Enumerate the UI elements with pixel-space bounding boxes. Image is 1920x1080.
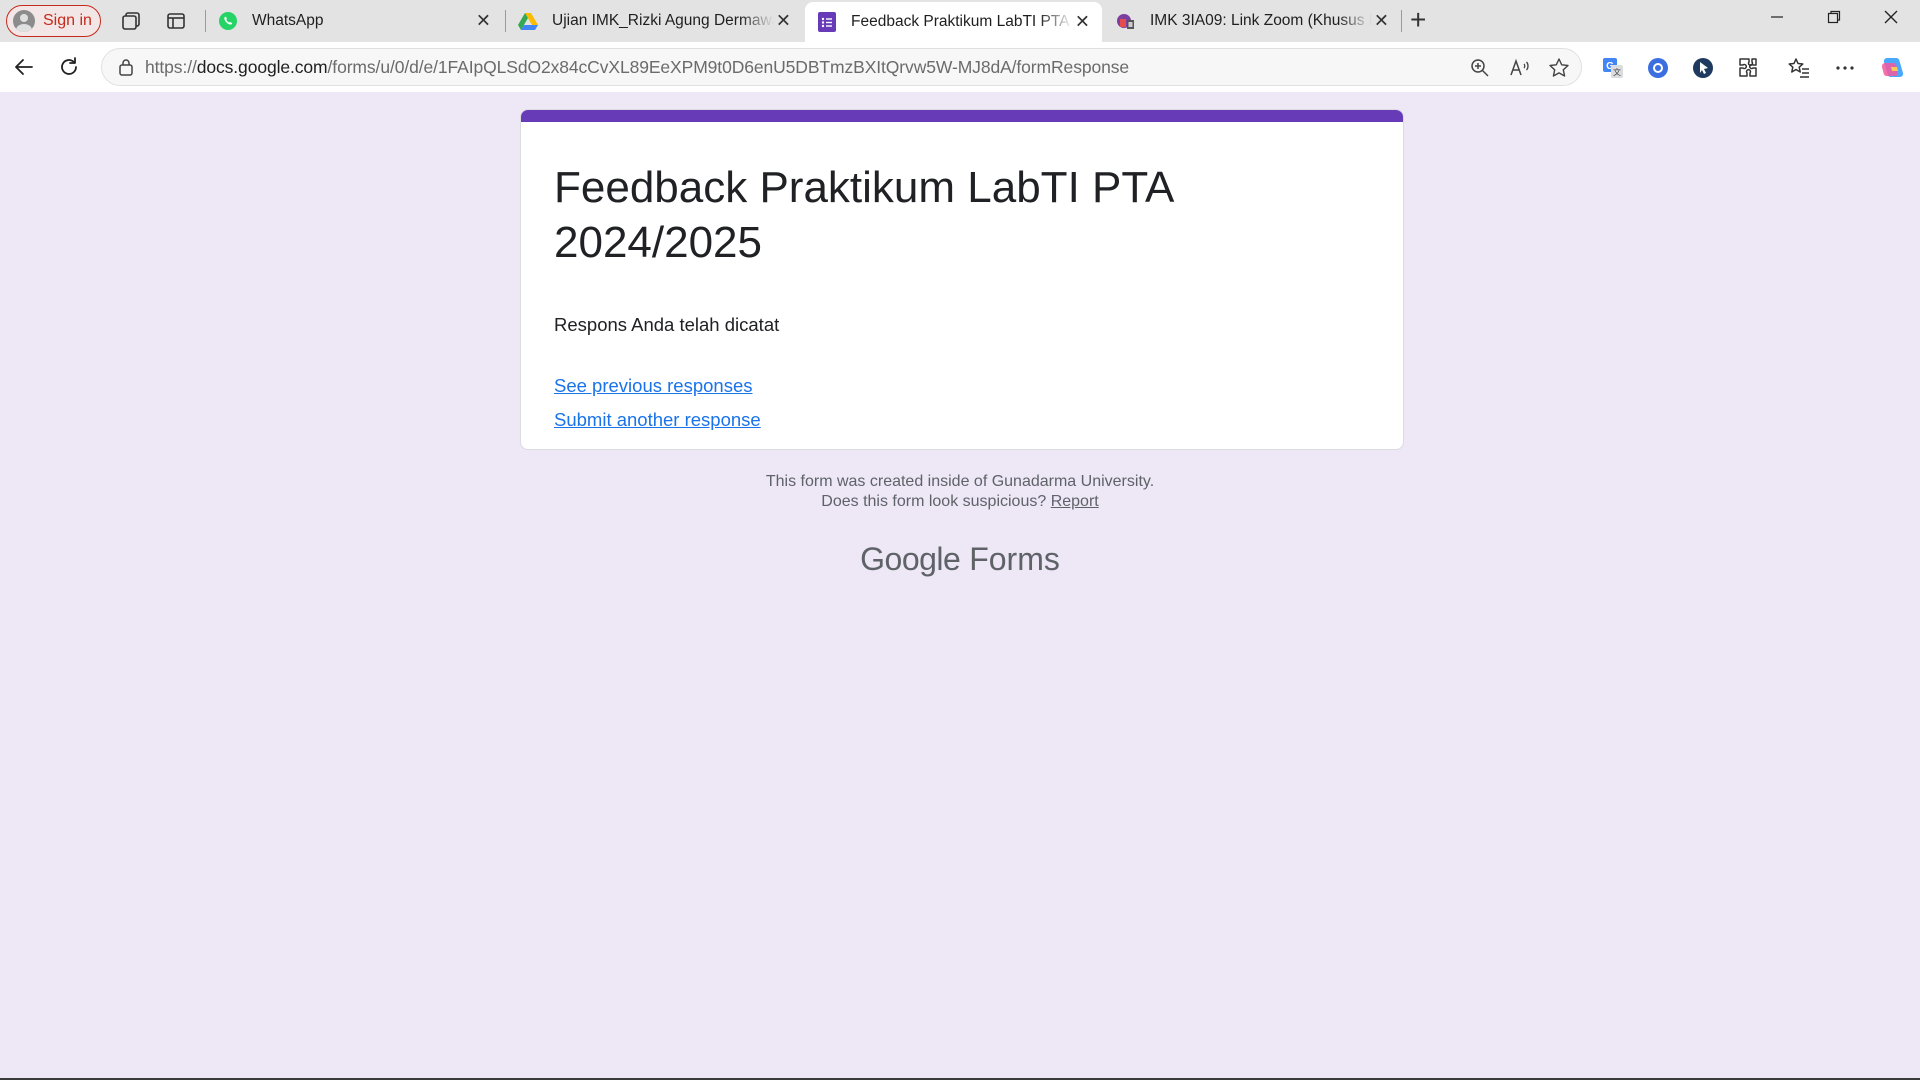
form-accent-bar bbox=[521, 110, 1403, 122]
whatsapp-icon bbox=[218, 11, 238, 31]
minimize-icon[interactable] bbox=[1757, 8, 1797, 29]
address-bar[interactable]: https://docs.google.com/forms/u/0/d/e/1F… bbox=[101, 48, 1582, 86]
tab-title: Ujian IMK_Rizki Agung Dermawan bbox=[552, 12, 774, 29]
refresh-icon[interactable] bbox=[57, 55, 81, 79]
suspicious-notice: Does this form look suspicious? Report bbox=[4, 493, 1916, 511]
close-tab-icon[interactable]: ✕ bbox=[1374, 11, 1389, 32]
see-previous-responses-link[interactable]: See previous responses bbox=[554, 375, 752, 397]
extension-cursor-icon[interactable] bbox=[1690, 55, 1716, 81]
google-forms-logo[interactable]: Google Forms bbox=[4, 541, 1916, 578]
back-arrow-icon[interactable] bbox=[12, 55, 36, 79]
favorites-icon[interactable] bbox=[1786, 55, 1812, 81]
new-tab-button[interactable]: + bbox=[1410, 6, 1426, 34]
response-recorded-message: Respons Anda telah dicatat bbox=[554, 314, 780, 335]
report-link[interactable]: Report bbox=[1051, 493, 1099, 510]
read-aloud-icon[interactable] bbox=[1509, 57, 1531, 79]
google-forms-icon bbox=[817, 12, 837, 32]
url-host: docs.google.com bbox=[196, 56, 328, 77]
browser-tab-strip: Sign in WhatsApp ✕ Ujian IMK_Rizki Agung… bbox=[0, 0, 1920, 42]
tab-separator bbox=[1401, 10, 1402, 32]
more-menu-icon[interactable] bbox=[1832, 55, 1858, 81]
extensions-puzzle-icon[interactable] bbox=[1735, 55, 1761, 81]
form-confirmation-card: Feedback Praktikum LabTI PTA 2024/2025 R… bbox=[520, 109, 1404, 450]
submit-another-response-link[interactable]: Submit another response bbox=[554, 409, 761, 431]
browser-toolbar: https://docs.google.com/forms/u/0/d/e/1F… bbox=[0, 42, 1920, 92]
tab-feedback-praktikum[interactable]: Feedback Praktikum LabTI PTA 2024/2025 ✕ bbox=[805, 2, 1102, 42]
vertical-tabs-icon[interactable] bbox=[164, 9, 188, 33]
forms-wordmark: Forms bbox=[969, 541, 1060, 577]
zoom-icon[interactable] bbox=[1469, 57, 1491, 79]
google-wordmark: Google bbox=[860, 541, 961, 577]
sign-in-label: Sign in bbox=[43, 12, 92, 29]
translate-icon[interactable]: G文 bbox=[1600, 55, 1626, 81]
tab-imk-3ia09[interactable]: IMK 3IA09: Link Zoom (Khusus hari ini) ✕ bbox=[1104, 0, 1401, 42]
profile-avatar-icon bbox=[13, 10, 35, 32]
tab-title: Feedback Praktikum LabTI PTA 2024/2025 bbox=[851, 13, 1073, 30]
google-drive-icon bbox=[518, 11, 538, 31]
tab-ujian-imk[interactable]: Ujian IMK_Rizki Agung Dermawan ✕ bbox=[506, 0, 803, 42]
url-path: /forms/u/0/d/e/1FAIpQLSdO2x84cCvXL89EeXP… bbox=[327, 56, 1130, 77]
close-tab-icon[interactable]: ✕ bbox=[1075, 12, 1090, 33]
restore-icon[interactable] bbox=[1814, 8, 1854, 29]
tab-title: IMK 3IA09: Link Zoom (Khusus hari ini) bbox=[1150, 12, 1372, 29]
svg-text:文: 文 bbox=[1613, 67, 1621, 77]
url-text[interactable]: https://docs.google.com/forms/u/0/d/e/1F… bbox=[145, 57, 1129, 78]
suspicious-text: Does this form look suspicious? bbox=[821, 493, 1047, 510]
tab-title: WhatsApp bbox=[252, 12, 324, 29]
page-content: Feedback Praktikum LabTI PTA 2024/2025 R… bbox=[4, 92, 1916, 1078]
tab-whatsapp[interactable]: WhatsApp ✕ bbox=[206, 0, 503, 42]
site-info-lock-icon[interactable] bbox=[116, 57, 136, 77]
close-tab-icon[interactable]: ✕ bbox=[776, 11, 791, 32]
favorite-star-icon[interactable] bbox=[1548, 57, 1570, 79]
form-title: Feedback Praktikum LabTI PTA 2024/2025 bbox=[554, 163, 1172, 267]
created-inside-notice: This form was created inside of Gunadarm… bbox=[765, 473, 1155, 490]
url-scheme: https:// bbox=[145, 56, 197, 77]
close-tab-icon[interactable]: ✕ bbox=[476, 11, 491, 32]
workspaces-icon[interactable] bbox=[119, 9, 143, 33]
sign-in-button[interactable]: Sign in bbox=[6, 5, 101, 37]
extension-circle-icon[interactable] bbox=[1645, 55, 1671, 81]
close-window-icon[interactable] bbox=[1871, 8, 1911, 29]
vclass-icon bbox=[1116, 11, 1136, 31]
copilot-icon[interactable] bbox=[1879, 55, 1905, 81]
